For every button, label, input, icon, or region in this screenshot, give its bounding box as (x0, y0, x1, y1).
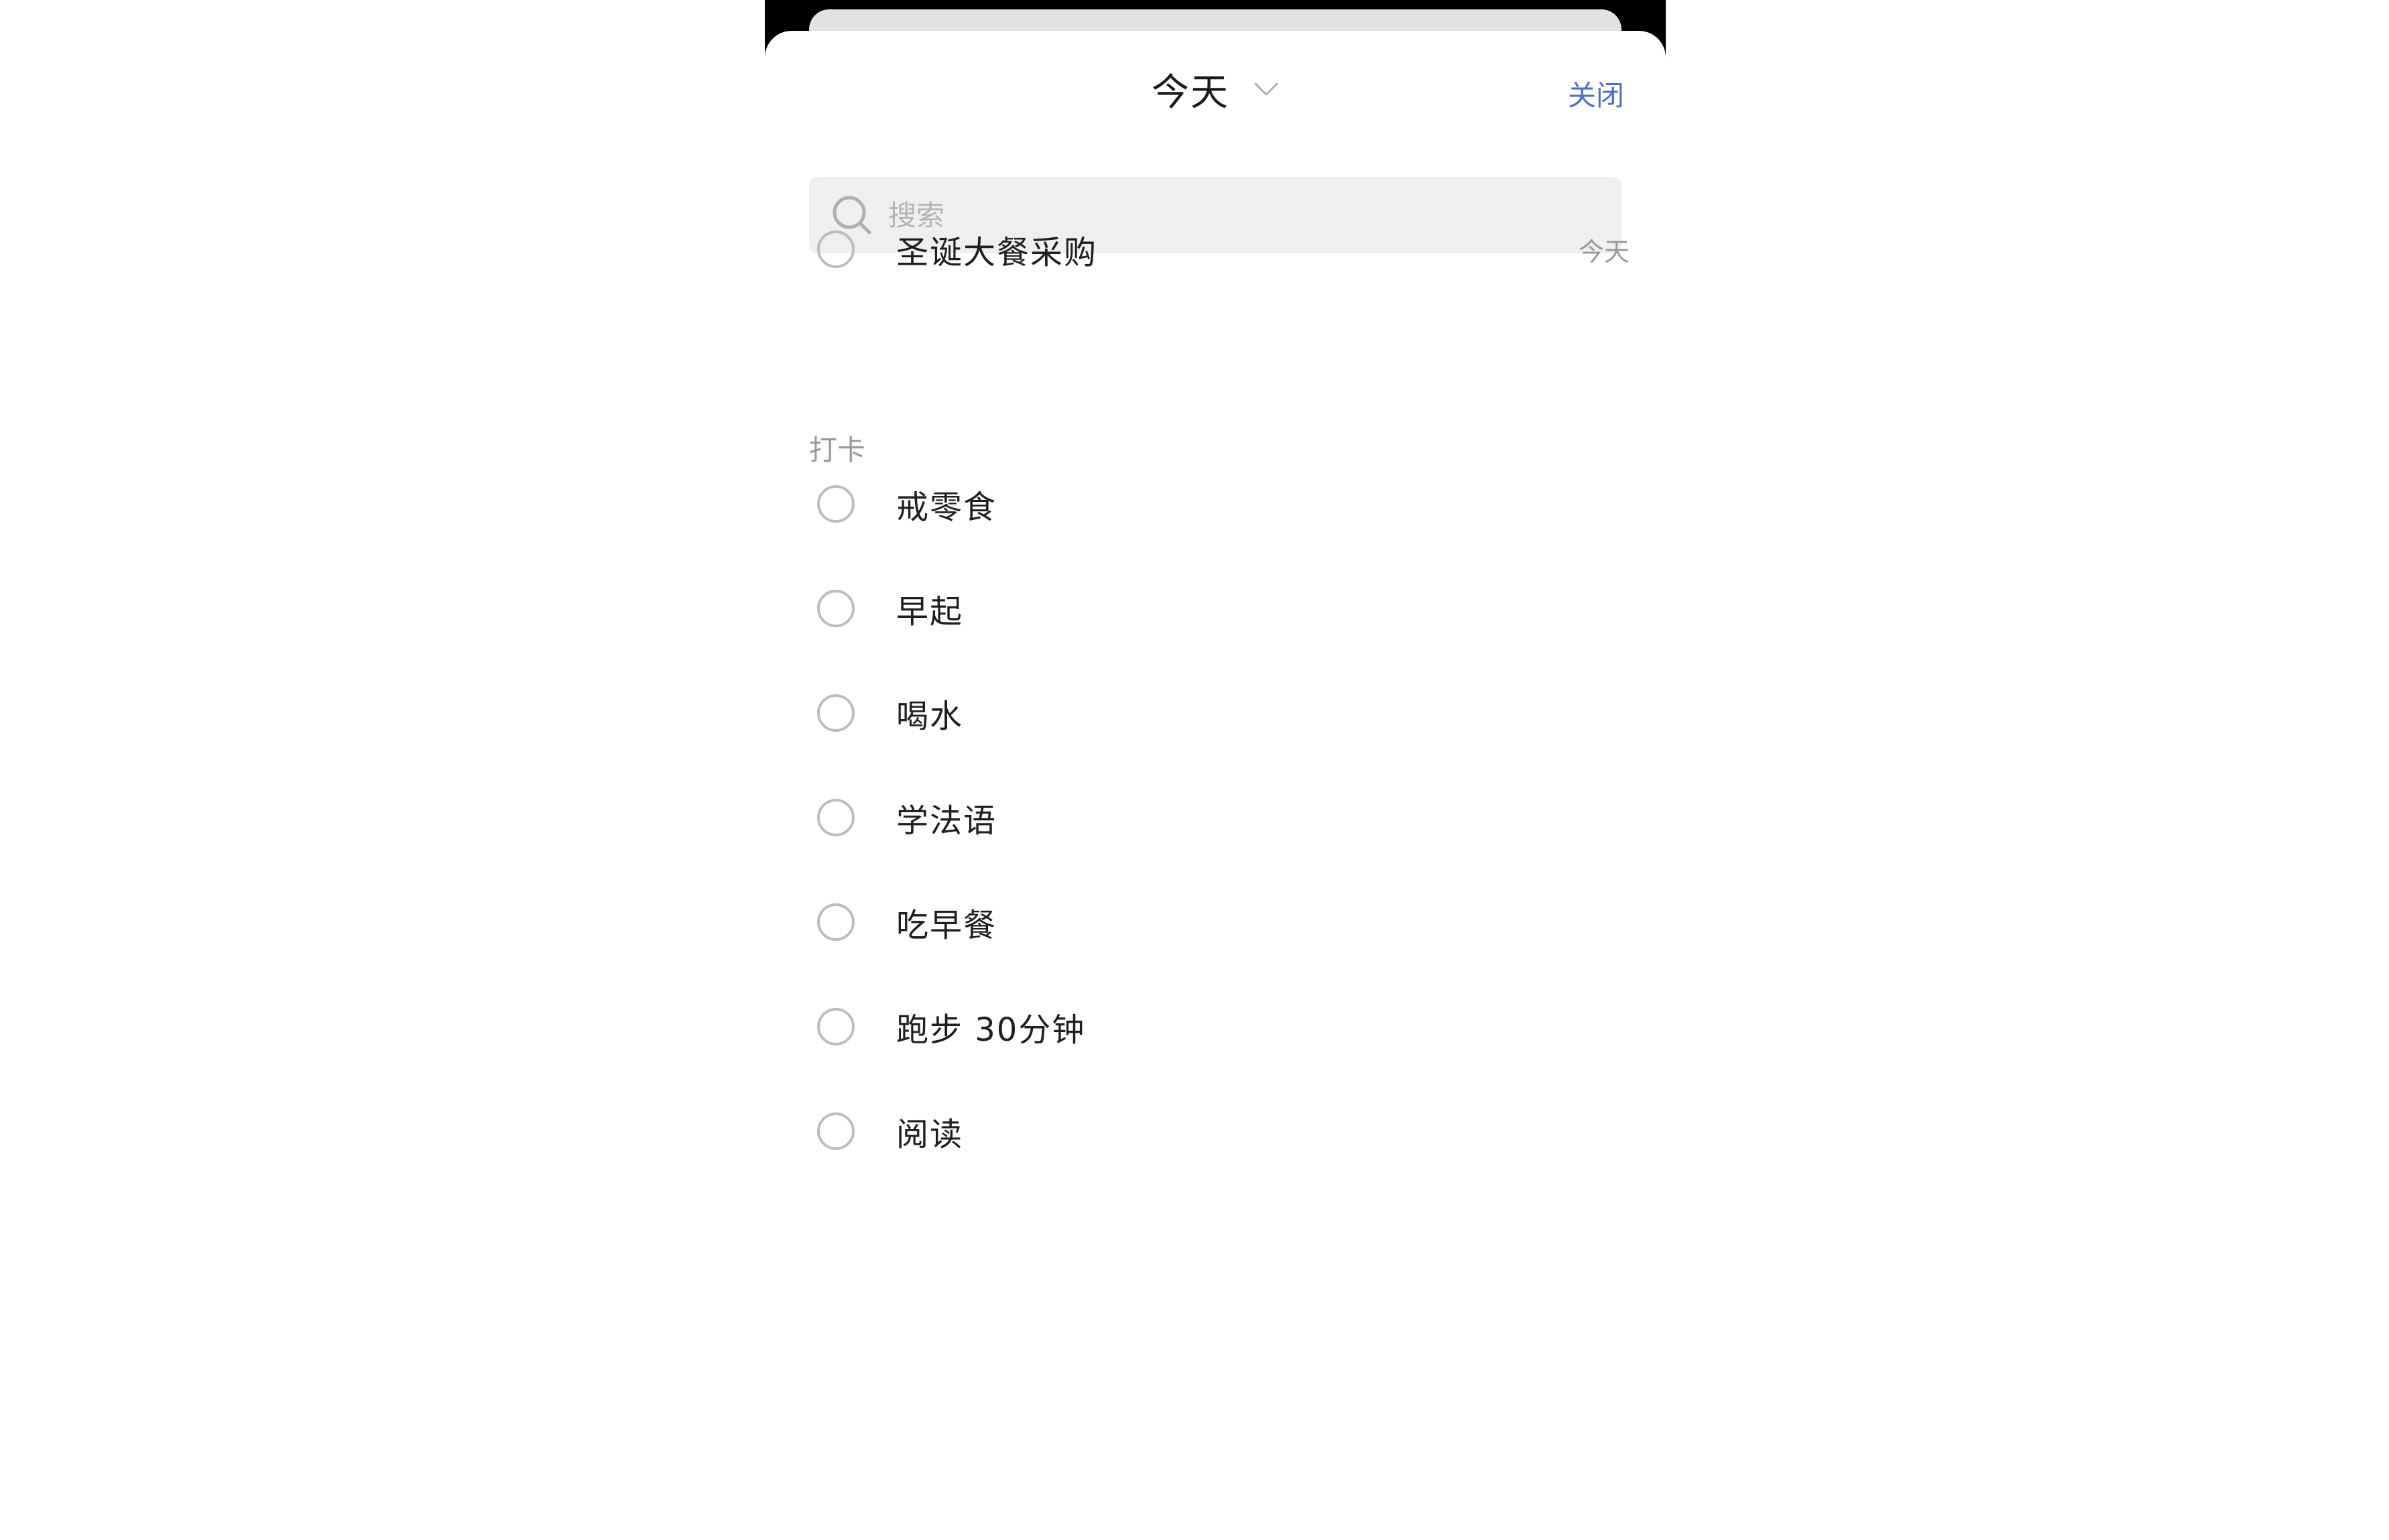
radio-icon[interactable] (817, 231, 855, 268)
habit-row[interactable]: 喝水 (809, 680, 1621, 747)
radio-icon[interactable] (817, 590, 855, 627)
bottom-sheet: 今天 关闭 圣诞大餐采购 今天 打卡 戒零食 早起 (765, 31, 1666, 1540)
radio-icon[interactable] (817, 1008, 855, 1045)
habit-label: 喝水 (896, 698, 964, 735)
habit-label: 学法语 (896, 802, 997, 840)
habit-row[interactable]: 吃早餐 (809, 889, 1621, 956)
radio-icon[interactable] (817, 485, 855, 523)
habit-row[interactable]: 学法语 (809, 784, 1621, 851)
radio-icon[interactable] (817, 694, 855, 732)
task-label: 圣诞大餐采购 (896, 234, 1098, 271)
radio-icon[interactable] (817, 799, 855, 836)
habit-row[interactable]: 戒零食 (809, 470, 1621, 537)
habit-label: 吃早餐 (896, 907, 997, 944)
habit-label: 早起 (896, 593, 964, 631)
sheet-header: 今天 (765, 66, 1666, 115)
habit-label: 戒零食 (896, 489, 997, 526)
radio-icon[interactable] (817, 903, 855, 941)
radio-icon[interactable] (817, 1112, 855, 1150)
habit-row[interactable]: 跑步 30分钟 (809, 993, 1621, 1060)
date-selector[interactable]: 今天 (1152, 62, 1279, 117)
habit-label: 阅读 (896, 1116, 964, 1153)
section-header: 打卡 (809, 434, 866, 466)
phone-screen: 今天 关闭 圣诞大餐采购 今天 打卡 戒零食 早起 (765, 0, 1666, 1540)
task-row[interactable]: 圣诞大餐采购 今天 (809, 216, 1630, 283)
chevron-down-icon (1254, 82, 1278, 96)
task-date: 今天 (1578, 237, 1630, 267)
page-title: 今天 (1152, 70, 1229, 115)
habit-row[interactable]: 阅读 (809, 1098, 1621, 1165)
habit-label: 跑步 30分钟 (896, 1011, 1086, 1049)
close-button[interactable]: 关闭 (1568, 73, 1624, 114)
habit-row[interactable]: 早起 (809, 575, 1621, 642)
